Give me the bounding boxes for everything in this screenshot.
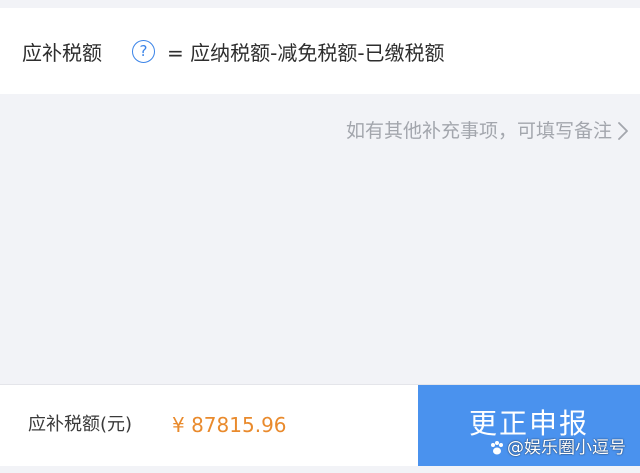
paw-icon [491, 441, 503, 455]
question-circle-icon[interactable]: ? [132, 40, 155, 63]
add-note-link[interactable]: 如有其他补充事项，可填写备注 [346, 119, 612, 143]
watermark-text: @娱乐圈小逗号 [507, 438, 626, 458]
tax-due-label: 应补税额(元) [28, 414, 133, 435]
formula-expression: = 应纳税额-减免税额-已缴税额 [167, 41, 445, 65]
tax-formula-card: 应补税额 ? = 应纳税额-减免税额-已缴税额 [0, 8, 640, 94]
chevron-right-icon[interactable] [614, 121, 632, 141]
top-spacer [0, 0, 640, 8]
tax-due-amount: ¥ 87815.96 [172, 413, 287, 437]
bottom-spacer [0, 466, 640, 473]
watermark: @娱乐圈小逗号 [489, 437, 626, 459]
note-section: 如有其他补充事项，可填写备注 [0, 94, 640, 384]
formula-label: 应补税额 [22, 41, 102, 65]
